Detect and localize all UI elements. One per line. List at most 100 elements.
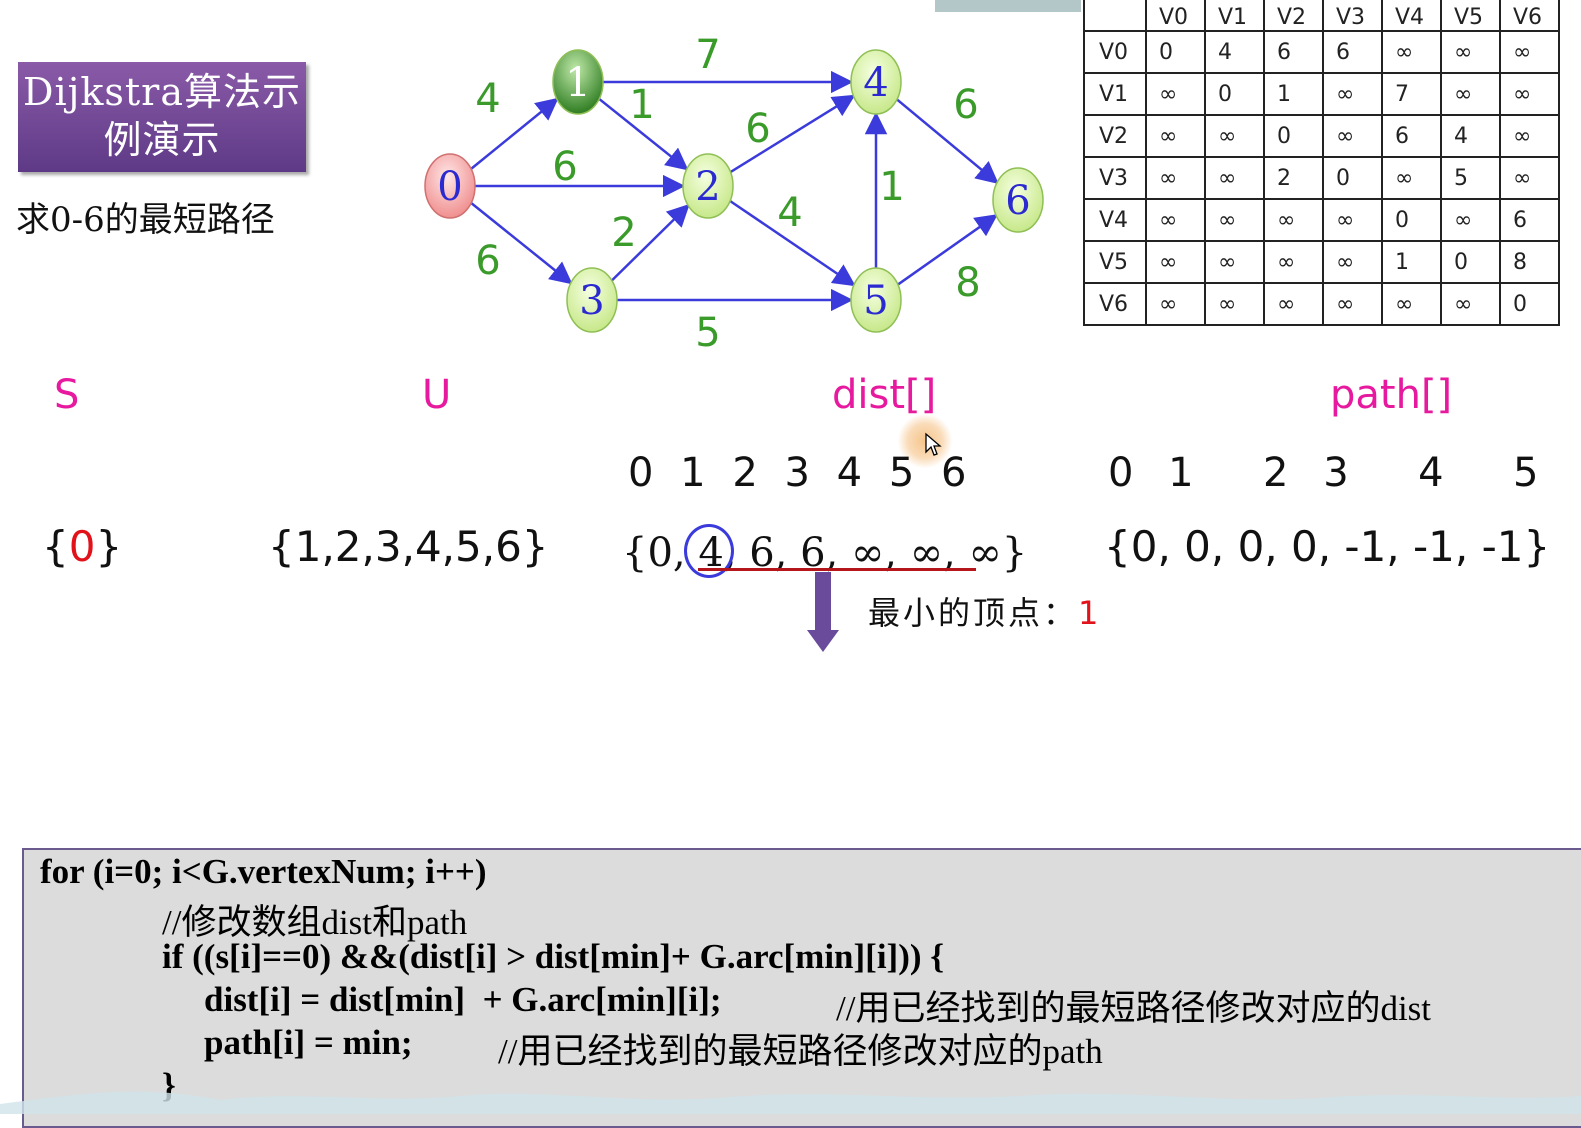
node-label-1: 1 [565,60,590,106]
matrix-cell: 0 [1322,156,1383,200]
matrix-cell: ∞ [1204,240,1265,284]
path-label: path[] [1330,372,1453,418]
node-3: 3 [566,267,618,333]
edge-weight-5-6: 8 [955,260,980,306]
matrix-cell: 1 [1263,72,1324,116]
matrix-cell: 0 [1263,114,1324,158]
matrix-cell: ∞ [1499,114,1560,158]
edge-weight-0-1: 4 [475,76,500,122]
s-close: } [95,522,123,571]
matrix-cell: ∞ [1381,282,1442,326]
decorative-footer [0,1091,1581,1114]
edge-weight-1-2: 1 [629,82,654,128]
u-set: {1,2,3,4,5,6} [268,522,549,571]
edge-weight-2-4: 6 [745,106,770,152]
node-label-3: 3 [579,278,604,324]
matrix-cell: ∞ [1499,72,1560,116]
matrix-col-header: V1 [1204,0,1265,32]
edge-5-6 [897,214,998,286]
edge-weight-1-4: 7 [695,32,720,78]
matrix-col-header: V0 [1145,0,1206,32]
matrix-row: V1 ∞ 0 1 ∞ 7 ∞ ∞ [1083,72,1560,116]
matrix-cell: ∞ [1145,156,1206,200]
matrix-cell: 6 [1499,198,1560,242]
min-label: 最小的顶点： [868,594,1079,632]
matrix-cell: ∞ [1440,198,1501,242]
title-box: Dijkstra算法示 例演示 [18,62,306,172]
subtitle: 求0-6的最短路径 [16,200,275,240]
matrix-row: V3 ∞ ∞ 2 0 ∞ 5 ∞ [1083,156,1560,200]
node-label-5: 5 [863,278,888,324]
edge-4-6 [896,98,999,185]
dist-indices: 0 1 2 3 4 5 6 [628,450,967,496]
matrix-row-header: V6 [1083,282,1147,326]
matrix-row-header: V2 [1083,114,1147,158]
node-label-4: 4 [863,60,888,106]
matrix-cell: ∞ [1322,240,1383,284]
matrix-cell: ∞ [1381,30,1442,74]
matrix-cell: 7 [1381,72,1442,116]
matrix-cell: ∞ [1204,198,1265,242]
dist-label: dist[] [832,372,937,418]
matrix-row-header: V3 [1083,156,1147,200]
edge-weight-2-5: 4 [777,190,802,236]
min-value: 1 [1078,594,1099,632]
node-label-6: 6 [1005,178,1030,224]
code-line-5: path[i] = min; [204,1023,413,1062]
matrix-row-header: V4 [1083,198,1147,242]
node-6: 6 [992,167,1044,233]
matrix-cell: ∞ [1322,282,1383,326]
s-value: 0 [68,522,96,571]
matrix-cell: 1 [1381,240,1442,284]
top-bar [935,0,1081,12]
s-open: { [42,522,69,571]
dist-underline [698,568,976,571]
matrix-cell: ∞ [1145,240,1206,284]
min-vertex-note: 最小的顶点：1 [868,588,1098,634]
graph-diagram: 466716425168 0123456 [424,32,1044,356]
code-line-1: for (i=0; i<G.vertexNum; i++) [40,852,487,891]
matrix-cell: ∞ [1381,156,1442,200]
edge-weight-5-4: 1 [879,164,904,210]
matrix-cell: 0 [1499,282,1560,326]
node-1: 1 [552,49,604,115]
matrix-row-header: V1 [1083,72,1147,116]
matrix-corner [1083,0,1147,32]
matrix-cell: 0 [1381,198,1442,242]
matrix-row-header: V0 [1083,30,1147,74]
matrix-cell: ∞ [1263,282,1324,326]
matrix-cell: 6 [1381,114,1442,158]
matrix-cell: ∞ [1322,114,1383,158]
matrix-col-header: V5 [1440,0,1501,32]
matrix-cell: ∞ [1499,30,1560,74]
code-comment-5: //用已经找到的最短路径修改对应的path [498,1032,1103,1071]
matrix-cell: 6 [1322,30,1383,74]
matrix-col-header: V6 [1499,0,1560,32]
matrix-row: V4 ∞ ∞ ∞ ∞ 0 ∞ 6 [1083,198,1560,242]
path-indices: 0 1 2 3 4 5 6 [1108,450,1581,496]
node-label-2: 2 [695,164,720,210]
matrix-row: V5 ∞ ∞ ∞ ∞ 1 0 8 [1083,240,1560,284]
title-line1: Dijkstra算法示 [22,70,302,114]
matrix-cell: 6 [1263,30,1324,74]
s-label: S [54,372,80,418]
edge-weight-4-6: 6 [953,82,978,128]
matrix-cell: 0 [1204,72,1265,116]
title-line2: 例演示 [103,118,221,162]
matrix-cell: 8 [1499,240,1560,284]
matrix-cell: 0 [1145,30,1206,74]
node-label-0: 0 [437,164,462,210]
node-5: 5 [850,267,902,333]
matrix-cell: ∞ [1322,72,1383,116]
matrix-cell: ∞ [1263,198,1324,242]
matrix-cell: ∞ [1263,240,1324,284]
matrix-cell: 0 [1440,240,1501,284]
matrix-cell: ∞ [1145,72,1206,116]
edge-weight-0-2: 6 [552,144,577,190]
matrix-row-header: V5 [1083,240,1147,284]
node-0: 0 [424,153,476,219]
u-label: U [422,372,452,418]
edge-weight-3-2: 2 [611,210,636,256]
matrix-cell: 5 [1440,156,1501,200]
matrix-col-header: V2 [1263,0,1324,32]
